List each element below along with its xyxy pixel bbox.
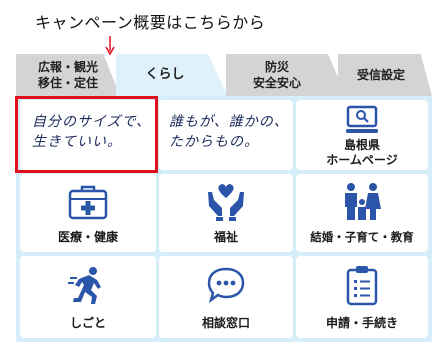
clipboard-list-icon [346,266,378,306]
tab-label: 受信設定 [356,68,405,82]
tab-subscription-settings[interactable]: 受信設定 [338,54,432,96]
category-tabs: 広報・観光 移住・定住 くらし 防災 安全安心 受信設定 [16,54,432,96]
living-panel: 自分のサイズで、 生きていい。 誰もが、誰かの、 たからもの。 島根県 ホームペ… [16,96,432,342]
tile-medical-health[interactable]: 医療・健康 [20,174,156,252]
family-icon [345,183,381,220]
tile-shimane-homepage[interactable]: 島根県 ホームページ [296,100,428,170]
tile-consultation[interactable]: 相談窓口 [159,256,293,338]
medical-kit-icon [68,185,108,220]
tile-marriage-childcare-education[interactable]: 結婚・子育て・教育 [296,174,428,252]
tab-pr-tourism[interactable]: 広報・観光 移住・定住 [16,54,120,96]
tile-label: 申請・手続き [325,316,398,330]
tile-label: 医療・健康 [57,230,118,244]
tile-label: しごと [69,316,106,330]
tab-label: くらし [145,67,185,82]
campaign-banner-1[interactable]: 自分のサイズで、 生きていい。 [20,100,156,170]
tab-living[interactable]: くらし [116,54,228,96]
tile-label: 相談窓口 [201,316,250,330]
tile-applications-procedures[interactable]: 申請・手続き [296,256,428,338]
tab-disaster-safety[interactable]: 防災 安全安心 [226,54,346,96]
tab-label: 防災 安全安心 [252,60,301,90]
tile-label: 島根県 ホームページ [326,138,398,167]
hands-heart-icon [208,184,244,221]
chat-bubble-icon [207,267,245,304]
campaign-caption: キャンペーン概要はこちらから [35,13,266,32]
running-person-icon [68,267,101,304]
campaign-banner-text: 誰もが、誰かの、 たからもの。 [169,114,289,150]
campaign-banner-2[interactable]: 誰もが、誰かの、 たからもの。 [159,100,293,170]
computer-search-icon [346,105,378,133]
tab-label: 広報・観光 移住・定住 [37,60,98,90]
campaign-banner-text: 自分のサイズで、 生きていい。 [32,114,152,150]
tile-jobs[interactable]: しごと [20,256,156,338]
down-arrow-icon [105,36,115,56]
tile-label: 結婚・子育て・教育 [310,230,414,244]
tile-label: 福祉 [213,230,238,244]
tile-welfare[interactable]: 福祉 [159,174,293,252]
